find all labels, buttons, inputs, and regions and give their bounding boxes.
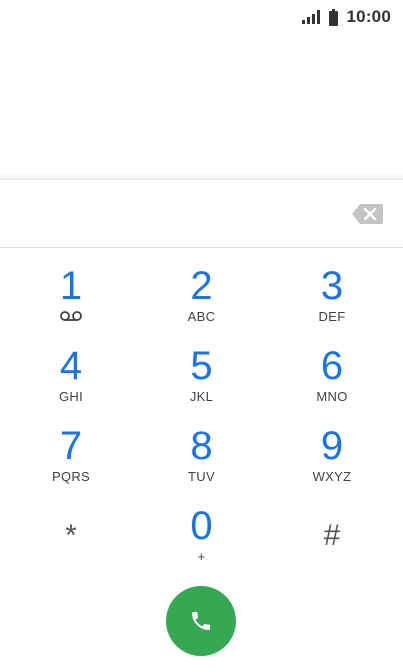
status-time: 10:00 [346,7,391,26]
key-letters: MNO [316,389,348,404]
key-letters: DEF [318,309,346,324]
dialpad-key-6[interactable]: 6 MNO [267,336,397,416]
key-digit: 0 [190,504,213,548]
status-bar: 10:00 [0,0,403,34]
key-digit: 5 [190,344,213,388]
key-digit: 9 [320,424,344,468]
dialpad-key-3[interactable]: 3 DEF [267,256,397,336]
dialpad-key-hash[interactable]: # [267,496,397,576]
key-symbol: * [65,519,77,552]
dialpad: 1 2 ABC 3 DEF 4 GHI 5 JKL 6 MNO 7 PQRS 8… [6,256,397,576]
key-digit: 6 [320,344,344,388]
digits-input[interactable] [10,194,330,234]
key-letters: WXYZ [312,469,352,484]
call-button[interactable] [166,586,236,656]
key-letters: JKL [189,389,214,404]
key-symbol: # [323,519,341,552]
dialpad-shadow [0,172,403,180]
key-letters: GHI [58,389,83,404]
voicemail-icon [60,311,82,321]
call-log-area [0,34,403,177]
backspace-icon [352,204,383,224]
dialpad-key-5[interactable]: 5 JKL [136,336,267,416]
dialpad-key-8[interactable]: 8 TUV [136,416,267,496]
cellular-signal-icon [301,10,320,24]
dialpad-key-star[interactable]: * [6,496,136,576]
dialpad-key-7[interactable]: 7 PQRS [6,416,136,496]
key-letters: ABC [187,309,216,324]
dialpad-key-2[interactable]: 2 ABC [136,256,267,336]
key-letters: + [197,549,206,564]
key-letters: TUV [188,469,215,484]
battery-full-icon [328,8,338,26]
key-digit: 2 [190,264,213,308]
key-digit: 8 [190,424,213,468]
key-letters: PQRS [51,469,91,484]
key-digit: 3 [320,264,344,308]
backspace-button[interactable] [351,202,385,226]
phone-icon [192,612,210,630]
dialpad-key-1[interactable]: 1 [6,256,136,336]
key-digit: 1 [59,264,83,308]
key-digit: 7 [59,424,83,468]
dialpad-key-9[interactable]: 9 WXYZ [267,416,397,496]
dialpad-key-4[interactable]: 4 GHI [6,336,136,416]
dialpad-key-0[interactable]: 0 + [136,496,267,576]
digits-row [0,180,403,248]
key-digit: 4 [59,344,83,388]
